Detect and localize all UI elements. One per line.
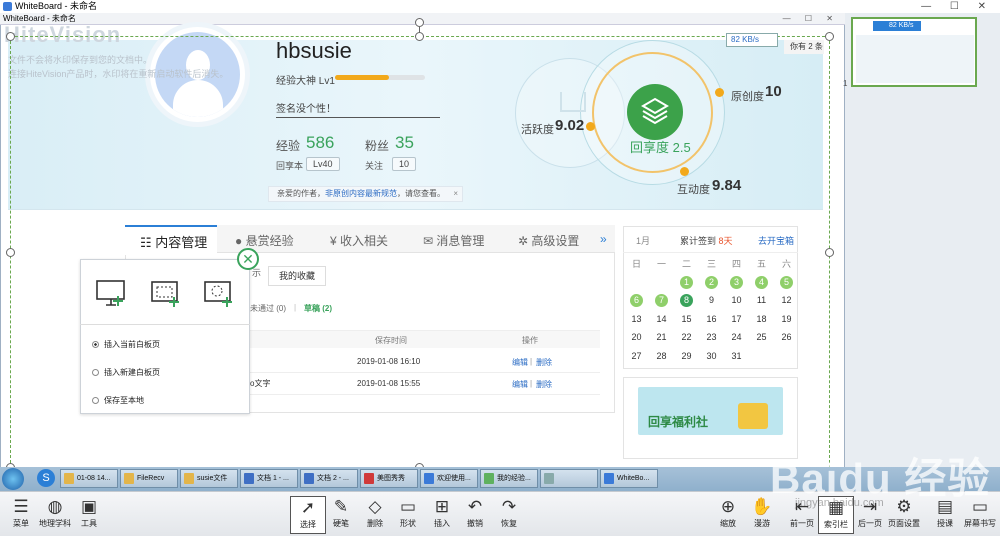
- undo-icon: ↶: [467, 497, 483, 516]
- window-controls[interactable]: — ☐ ✕: [921, 0, 994, 13]
- toolbox-icon: ▣: [80, 497, 98, 516]
- eraser-icon: ◇: [368, 497, 382, 516]
- menu-icon: ☰: [13, 497, 29, 516]
- button-label: 索引栏: [824, 520, 848, 529]
- redo-button[interactable]: ↷ 恢复: [491, 496, 527, 534]
- pen-tool-button[interactable]: ✎ 硬笔: [323, 496, 359, 534]
- button-label: 屏幕书写: [964, 519, 996, 528]
- eraser-button[interactable]: ◇ 删除: [357, 496, 393, 534]
- button-label: 漫游: [754, 519, 770, 528]
- thumb-preview: [856, 35, 974, 83]
- button-label: 选择: [300, 520, 316, 529]
- button-label: 形状: [400, 519, 416, 528]
- button-label: 插入: [434, 519, 450, 528]
- taskbar-item[interactable]: susie文件: [180, 469, 238, 488]
- thumb-speed: 82 KB/s: [873, 21, 921, 31]
- rotate-handle[interactable]: [415, 18, 424, 27]
- redo-icon: ↷: [501, 497, 517, 516]
- thumb-index: 1: [843, 79, 848, 88]
- resize-handle[interactable]: [415, 32, 424, 41]
- insert-icon: ⊞: [434, 497, 450, 516]
- button-label: 工具: [81, 519, 97, 528]
- menu-button[interactable]: ☰ 菜单: [3, 496, 39, 534]
- taskbar-item[interactable]: 01-08 14...: [60, 469, 118, 488]
- button-label: 菜单: [13, 519, 29, 528]
- select-tool-button[interactable]: ➚ 选择: [290, 496, 326, 534]
- resize-handle[interactable]: [825, 32, 834, 41]
- sogou-icon[interactable]: S: [37, 469, 55, 487]
- taskbar-item[interactable]: [540, 469, 598, 488]
- button-label: 恢复: [501, 519, 517, 528]
- taskbar-item[interactable]: 文档 2 - ...: [300, 469, 358, 488]
- geo-subject-button[interactable]: ◍ 地理学科: [37, 496, 73, 534]
- shape-button[interactable]: ▭ 形状: [390, 496, 426, 534]
- cursor-icon: ➚: [300, 498, 316, 517]
- pen-icon: ✎: [333, 497, 349, 516]
- outer-window-title: WhiteBoard - 未命名: [15, 1, 98, 11]
- button-label: 撤销: [467, 519, 483, 528]
- baidu-jingyan-url: jingyan.baidu.com: [795, 497, 884, 509]
- button-label: 前一页: [790, 519, 814, 528]
- outer-title-bar: WhiteBoard - 未命名 — ☐ ✕: [0, 0, 1000, 13]
- taskbar-item[interactable]: WhiteBo...: [600, 469, 658, 488]
- start-button-icon[interactable]: [2, 468, 24, 490]
- zoom-button[interactable]: ⊕ 缩放: [710, 496, 746, 534]
- network-speed: 82 KB/s: [726, 33, 778, 47]
- message-notice[interactable]: 你有 2 条: [784, 40, 824, 54]
- rectangle-icon: ▭: [399, 497, 417, 516]
- globe-icon: ◍: [47, 497, 63, 516]
- button-label: 硬笔: [333, 519, 349, 528]
- inner-window-controls[interactable]: — ☐ ✕: [783, 13, 839, 25]
- magnifier-icon: ⊕: [720, 497, 736, 516]
- insert-button[interactable]: ⊞ 插入: [424, 496, 460, 534]
- resize-handle[interactable]: [6, 248, 15, 257]
- taskbar-item[interactable]: FileRecv: [120, 469, 178, 488]
- taskbar-item[interactable]: 欢迎使用...: [420, 469, 478, 488]
- button-label: 后一页: [858, 519, 882, 528]
- tools-button[interactable]: ▣ 工具: [71, 496, 107, 534]
- undo-button[interactable]: ↶ 撤销: [457, 496, 493, 534]
- resize-handle[interactable]: [825, 248, 834, 257]
- whiteboard-app-icon: [3, 2, 12, 11]
- button-label: 页面设置: [888, 519, 920, 528]
- button-label: 授课: [937, 519, 953, 528]
- taskbar-item[interactable]: 文档 1 - ...: [240, 469, 298, 488]
- selection-frame[interactable]: [10, 36, 830, 468]
- taskbar-item[interactable]: 我的经验...: [480, 469, 538, 488]
- taskbar-item[interactable]: 美图秀秀: [360, 469, 418, 488]
- page-thumbnail[interactable]: 82 KB/s: [851, 17, 977, 87]
- resize-handle[interactable]: [6, 32, 15, 41]
- button-label: 删除: [367, 519, 383, 528]
- button-label: 缩放: [720, 519, 736, 528]
- button-label: 地理学科: [39, 519, 71, 528]
